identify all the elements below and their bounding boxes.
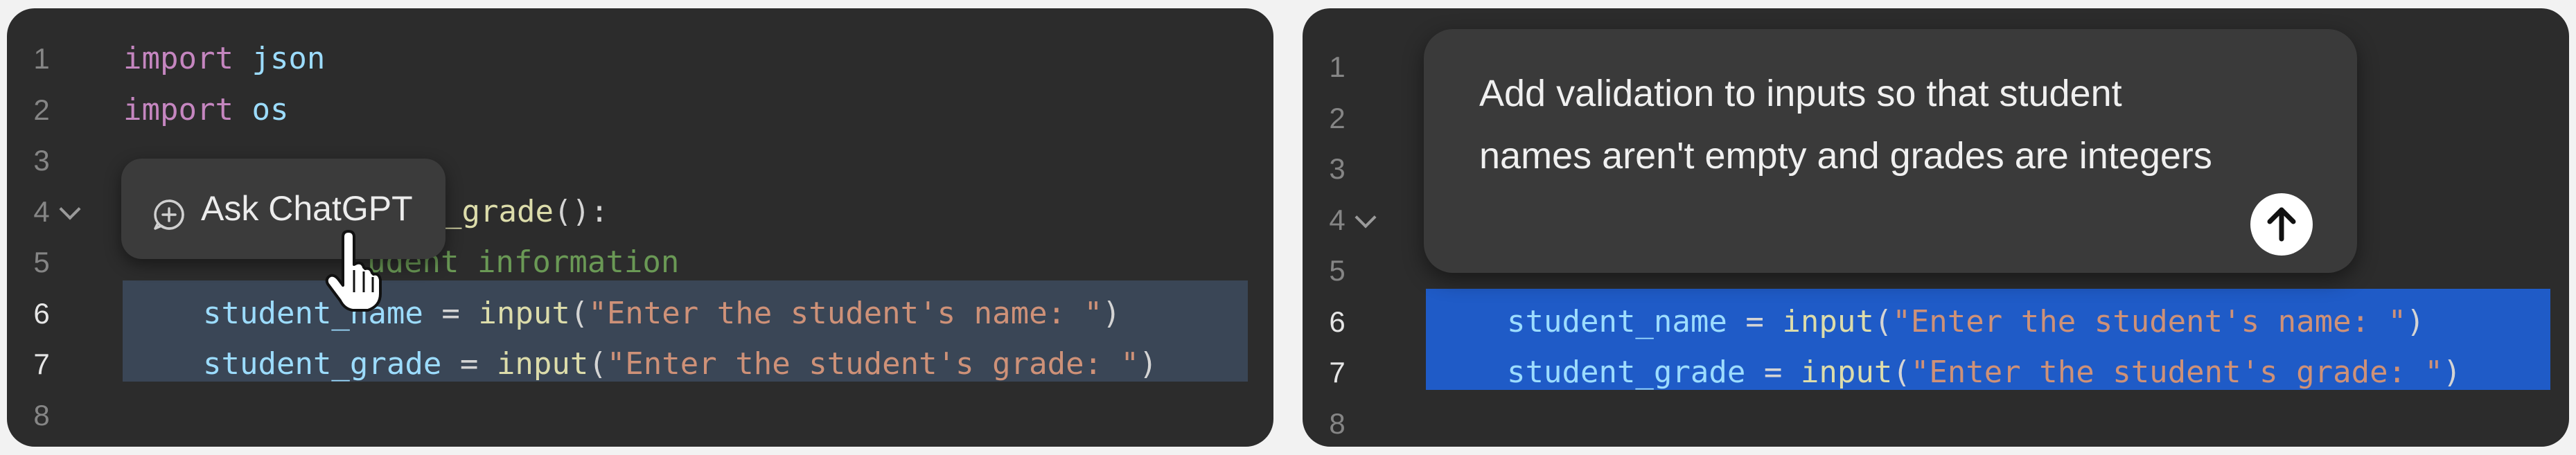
- hand-pointer-icon: [325, 230, 382, 312]
- code-token: os: [252, 91, 289, 127]
- line-number: 7: [1329, 356, 1346, 389]
- line-number: 2: [33, 93, 50, 126]
- prompt-input[interactable]: Add validation to inputs so that student…: [1479, 62, 2214, 187]
- code-token: ): [1139, 346, 1158, 382]
- line-number: 8: [33, 398, 50, 431]
- line-number: 8: [1329, 407, 1346, 440]
- code-token: import: [123, 91, 233, 127]
- code-token: =: [423, 295, 479, 331]
- code-token: ): [1102, 295, 1121, 331]
- code-line: 6 student_name = input("Enter the student…: [7, 288, 1273, 339]
- line-number: 3: [1329, 152, 1346, 185]
- code-line: 1 import json: [7, 33, 1273, 84]
- code-token: (: [1873, 303, 1893, 339]
- line-number: 6: [1329, 305, 1346, 338]
- line-number: 6: [33, 296, 50, 330]
- code-line: 7 student_grade = input("Enter the studen…: [1303, 347, 2569, 398]
- code-token: student_grade: [1507, 355, 1746, 390]
- code-line: 7 student_grade = input("Enter the studen…: [7, 339, 1273, 389]
- line-number: 5: [33, 246, 50, 278]
- send-button[interactable]: [2250, 193, 2313, 256]
- code-token: student_name: [1507, 303, 1727, 339]
- code-editor-right: 1 2 3 4 5 6 student_name = input("Enter the st…: [1303, 8, 2569, 447]
- code-token: (: [588, 346, 607, 382]
- code-token: ():: [553, 193, 609, 229]
- code-text: _grade():: [443, 186, 608, 237]
- code-token: =: [441, 346, 497, 382]
- line-number: 5: [1329, 254, 1346, 287]
- code-token: input: [1782, 303, 1874, 339]
- code-token: ): [2406, 303, 2425, 339]
- code-token: ): [2443, 355, 2462, 390]
- code-text: student_grade = input("Enter the student…: [1507, 347, 2462, 398]
- code-token: (: [1892, 355, 1911, 390]
- code-token: input: [496, 346, 589, 382]
- code-token: "Enter the student's name: ": [588, 295, 1103, 331]
- arrow-up-icon: [2267, 207, 2296, 242]
- line-number: 1: [33, 42, 50, 75]
- code-line: 8: [1303, 398, 2569, 447]
- ask-chatgpt-button[interactable]: Ask ChatGPT: [121, 159, 445, 259]
- code-token: "Enter the student's grade: ": [606, 346, 1140, 382]
- plus-chat-icon: [154, 199, 184, 230]
- code-token: student_name: [203, 295, 423, 331]
- line-number: 1: [1329, 51, 1346, 83]
- code-line: 6 student_name = input("Enter the student…: [1303, 296, 2569, 347]
- code-line: 2 import os: [7, 84, 1273, 135]
- code-token: _grade: [443, 193, 554, 229]
- code-token: input: [1800, 355, 1893, 390]
- code-token: =: [1745, 355, 1801, 390]
- code-token: json: [252, 41, 326, 76]
- code-text: import os: [123, 84, 288, 135]
- code-line: 8: [7, 390, 1273, 440]
- code-text: student_grade = input("Enter the student…: [203, 339, 1158, 389]
- code-token: "Enter the student's name: ": [1892, 303, 2407, 339]
- code-editor-left: 1 import json 2 import os 3 4 _grade(): 5 udent …: [7, 8, 1273, 447]
- line-number: 7: [33, 348, 50, 380]
- code-token: student_grade: [203, 346, 442, 382]
- code-token: import: [123, 41, 233, 76]
- code-token: input: [478, 295, 570, 331]
- code-token: =: [1727, 303, 1783, 339]
- code-token: "Enter the student's grade: ": [1910, 355, 2444, 390]
- code-text: import json: [123, 33, 325, 84]
- prompt-box[interactable]: Add validation to inputs so that student…: [1424, 29, 2357, 273]
- line-number: 3: [33, 144, 50, 177]
- code-text: student_name = input("Enter the student'…: [1507, 296, 2425, 347]
- line-number: 2: [1329, 101, 1346, 134]
- code-token: (: [570, 295, 589, 331]
